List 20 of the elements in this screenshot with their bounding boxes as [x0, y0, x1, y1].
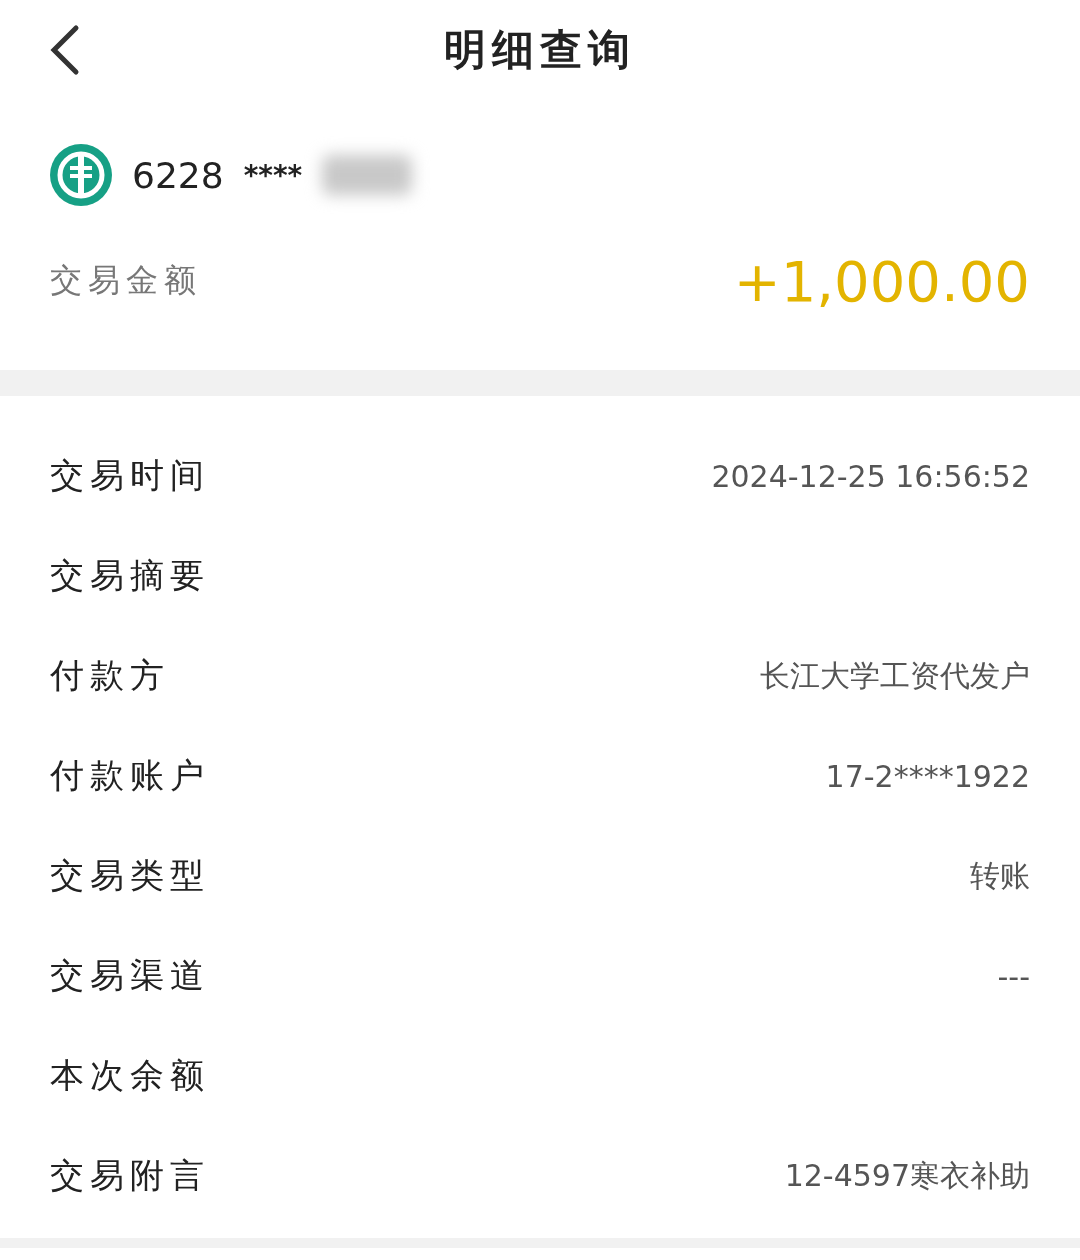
detail-value: 2024-12-25 16:56:52	[711, 458, 1030, 494]
detail-value: 长江大学工资代发户	[760, 656, 1030, 695]
account-mask: ****	[243, 158, 303, 192]
detail-value: 转账	[970, 856, 1030, 895]
detail-value: 12-4597寒衣补助	[784, 1156, 1030, 1195]
amount-label: 交易金额	[50, 260, 202, 301]
detail-label: 付款账户	[50, 754, 210, 797]
detail-value: 17-2****1922	[825, 758, 1030, 794]
detail-label: 付款方	[50, 654, 170, 697]
detail-value: ---	[997, 958, 1030, 994]
circle-emblem-icon	[50, 144, 112, 206]
page-title: 明细查询	[444, 24, 636, 76]
detail-label: 交易时间	[50, 454, 210, 497]
detail-label: 交易摘要	[50, 554, 210, 597]
detail-label: 本次余额	[50, 1054, 210, 1097]
detail-label: 交易类型	[50, 854, 210, 897]
account-number: 6228	[132, 154, 224, 196]
detail-label: 交易附言	[50, 1154, 210, 1197]
amount-value: +1,000.00	[733, 248, 1030, 314]
detail-label: 交易渠道	[50, 954, 210, 997]
